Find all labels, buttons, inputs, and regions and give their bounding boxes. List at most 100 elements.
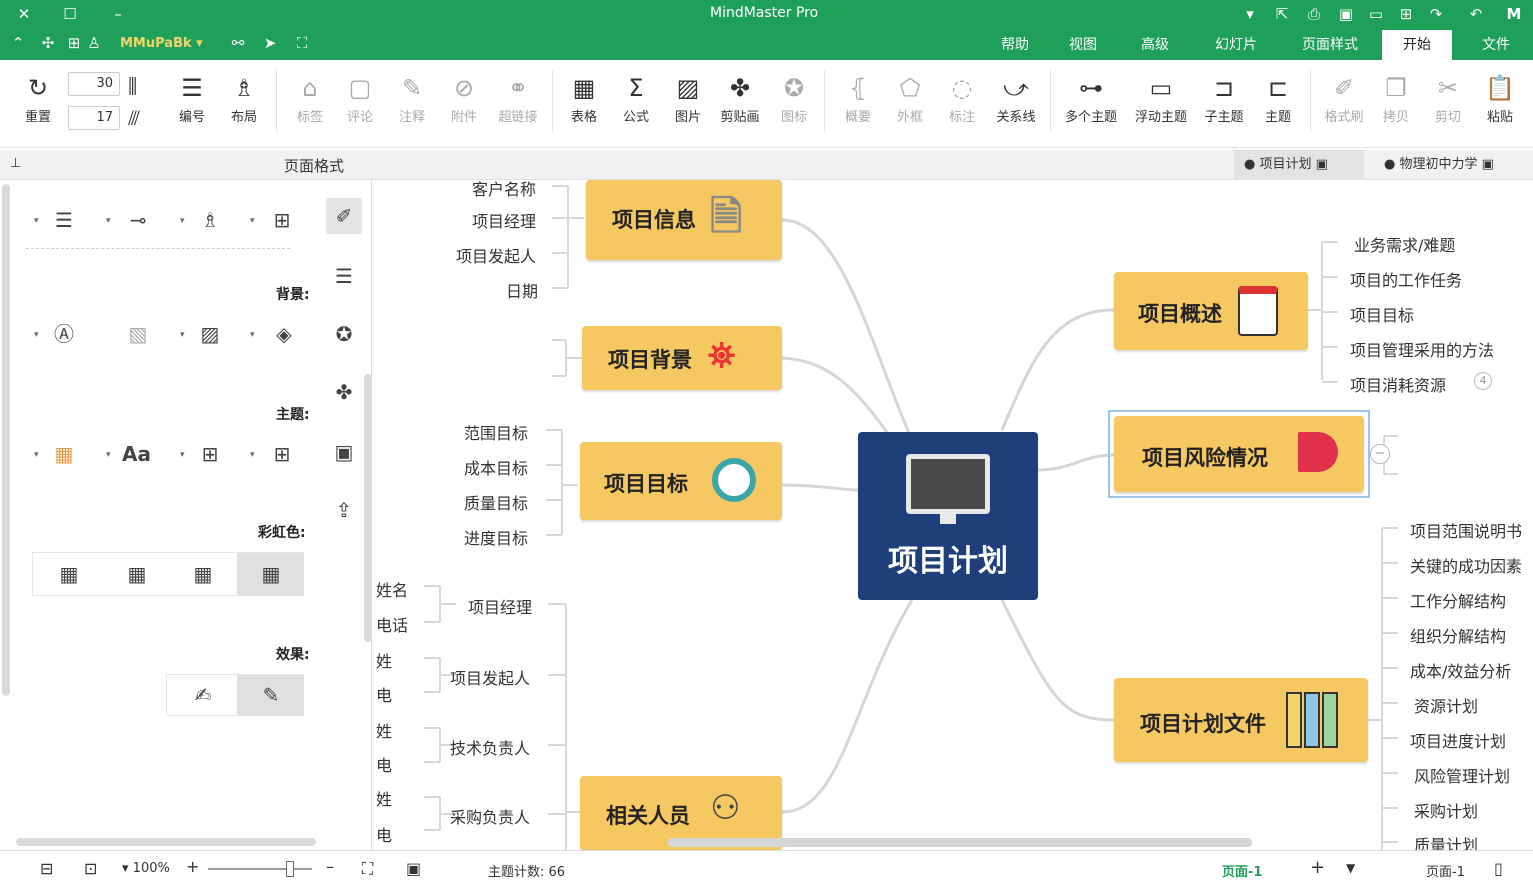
subtopic-project-sponsor[interactable]: 项目发起人 [456,243,536,267]
subtopic-cost-goal[interactable]: 成本目标 [464,455,528,479]
multiple-topics-button[interactable]: ⊶ 多个主题 [1060,70,1122,140]
boundary-button[interactable]: ⬠ 外框 [882,70,938,140]
spacing-spinner-2[interactable]: 17 [68,106,120,130]
user-label[interactable]: MMuPaBk ▾ [120,36,203,51]
subtopic-project-goals[interactable]: 项目目标 [1350,302,1414,326]
open-icon[interactable]: ▭ [1366,4,1386,24]
format-painter-button[interactable]: ✐ 格式刷 [1316,70,1372,140]
dropdown-arrow[interactable]: ▾ [180,216,185,226]
tab-file[interactable]: 文件 [1466,27,1526,60]
list-number-icon[interactable]: ☰ [50,206,78,234]
effect-flat-icon[interactable]: ✎ [257,681,285,709]
subtopic-client-name[interactable]: 客户名称 [472,180,536,200]
dropdown-arrow[interactable]: ▾ [250,330,255,340]
spacing-spinner-1[interactable]: 30 [68,72,120,96]
format-brush-icon[interactable]: ✐ [330,202,358,230]
share-icon[interactable]: ⚯ [228,33,248,53]
subtopic-work-tasks[interactable]: 项目的工作任务 [1350,267,1462,291]
subtopic-button[interactable]: ⊐ 子主题 [1196,70,1252,140]
leaf-phone[interactable]: 电 [376,682,392,706]
note-button[interactable]: ✎ 注释 [384,70,440,140]
dropdown-arrow[interactable]: ▾ [180,330,185,340]
dropdown-arrow[interactable]: ▾ [250,216,255,226]
dropdown-arrow[interactable]: ▾ [34,330,39,340]
undo-icon[interactable]: ↷ [1426,4,1446,24]
subtopic-key-success[interactable]: 关键的成功因素 [1410,553,1522,577]
sync-icon[interactable]: ✣ [38,33,58,53]
collapsed-count-badge[interactable]: 4 [1474,372,1492,390]
subtopic-resource-plan[interactable]: 资源计划 [1414,693,1478,717]
copy-button[interactable]: ❐ 拷贝 [1368,70,1424,140]
subtopic-quality-plan[interactable]: 质量计划 [1414,832,1478,850]
paste-button[interactable]: 📋 粘贴 [1472,70,1528,140]
dropdown-icon[interactable]: ▾ [1240,4,1260,24]
dropdown-arrow[interactable]: ▾ [250,450,255,460]
subtopic-project-manager[interactable]: 项目经理 [472,208,536,232]
fullscreen-view-icon[interactable]: ⛶ [362,859,373,879]
collapse-icon[interactable]: ⌃ [8,33,28,53]
rainbow-option-2-icon[interactable]: ▦ [189,560,217,588]
floating-topic-button[interactable]: ▭ 浮动主题 [1130,70,1192,140]
tab-slideshow[interactable]: 幻灯片 [1206,27,1266,60]
collapse-toggle-icon[interactable]: − [1370,444,1390,464]
panel-scrollbar[interactable] [2,184,10,696]
attachment-button[interactable]: ⊘ 附件 [436,70,492,140]
clipart-panel-icon[interactable]: ✤ [330,378,358,406]
font-icon[interactable]: Aa [122,440,151,468]
minimize-icon[interactable]: – [108,4,128,24]
subtopic-purchase-plan[interactable]: 采购计划 [1414,798,1478,822]
layout-grid-icon[interactable]: ⊞ [268,206,296,234]
leaf-phone[interactable]: 电 [376,752,392,776]
presentation-icon[interactable]: ▣ [406,859,421,878]
rainbow-option-1-icon[interactable]: ▦ [257,560,285,588]
rainbow-option-3-icon[interactable]: ▦ [123,560,151,588]
subtopic-pm[interactable]: 项目经理 [468,594,532,618]
subtopic-quality-goal[interactable]: 质量目标 [464,490,528,514]
pin-icon[interactable]: ⊥ [10,156,21,171]
org-chart-icon[interactable]: ♗ [196,206,224,234]
numbering-button[interactable]: ☰ 编号 [164,70,220,140]
subtopic-resources[interactable]: 项目消耗资源 [1350,372,1446,396]
subtopic-mgmt-method[interactable]: 项目管理采用的方法 [1350,337,1494,361]
central-topic[interactable]: 项目计划 [858,432,1038,600]
subtopic-cost-benefit[interactable]: 成本/效益分析 [1410,658,1511,682]
clipart-button[interactable]: ✤ 剪贴画 [712,70,768,140]
remove-image-icon[interactable]: ▧ [124,320,152,348]
close-icon[interactable]: ✕ [14,4,34,24]
subtopic-wbs[interactable]: 工作分解结构 [1410,588,1506,612]
icon-gallery-icon[interactable]: ✪ [330,320,358,348]
reset-button[interactable]: ↻ 重置 [10,70,66,140]
summary-button[interactable]: ⦃ 概要 [830,70,886,140]
topic-project-overview[interactable]: 项目概述 [1114,272,1308,350]
tab-doc-physics[interactable]: ● 物理初中力学 ▣ [1374,150,1532,179]
subtopic-sponsor[interactable]: 项目发起人 [450,665,530,689]
watermark-icon[interactable]: Ⓐ [50,320,78,348]
subtopic-tech-lead[interactable]: 技术负责人 [450,735,530,759]
topic-project-plan-docs[interactable]: 项目计划文件 [1114,678,1368,762]
subtopic-obs[interactable]: 组织分解结构 [1410,623,1506,647]
color-scheme-icon[interactable]: ▦ [50,440,78,468]
dropdown-arrow[interactable]: ▾ [180,450,185,460]
subtopic-date[interactable]: 日期 [506,278,538,302]
table-button[interactable]: ▦ 表格 [556,70,612,140]
mind-map-canvas[interactable]: 项目计划 🗎 项目信息 客户名称 项目经理 项目发起人 日期 ⛯ 项目背景 项目… [372,180,1533,850]
fit-page-icon[interactable]: ⊟ [40,859,53,878]
tab-help[interactable]: 帮助 [992,27,1038,60]
panel-h-scrollbar[interactable] [16,838,316,846]
zoom-slider[interactable] [208,868,312,870]
fit-width-icon[interactable]: ⊡ [84,859,97,878]
topic-button[interactable]: ⊏ 主题 [1250,70,1306,140]
zoom-in-icon[interactable]: + [186,857,199,876]
task-icon[interactable]: ▣ [330,438,358,466]
canvas-h-scrollbar[interactable] [668,838,1252,847]
layout-button[interactable]: ♗ 布局 [216,70,272,140]
background-image-icon[interactable]: ▨ [196,320,224,348]
zoom-out-icon[interactable]: – [326,857,334,876]
dropdown-arrow[interactable]: ▾ [34,450,39,460]
tag-button[interactable]: ⌂ 标签 [282,70,338,140]
subtopic-risk-plan[interactable]: 风险管理计划 [1414,763,1510,787]
tab-advanced[interactable]: 高级 [1132,27,1178,60]
dropdown-arrow[interactable]: ▾ [106,216,111,226]
fill-color-icon[interactable]: ◈ [270,320,298,348]
leaf-name[interactable]: 姓名 [376,577,408,601]
